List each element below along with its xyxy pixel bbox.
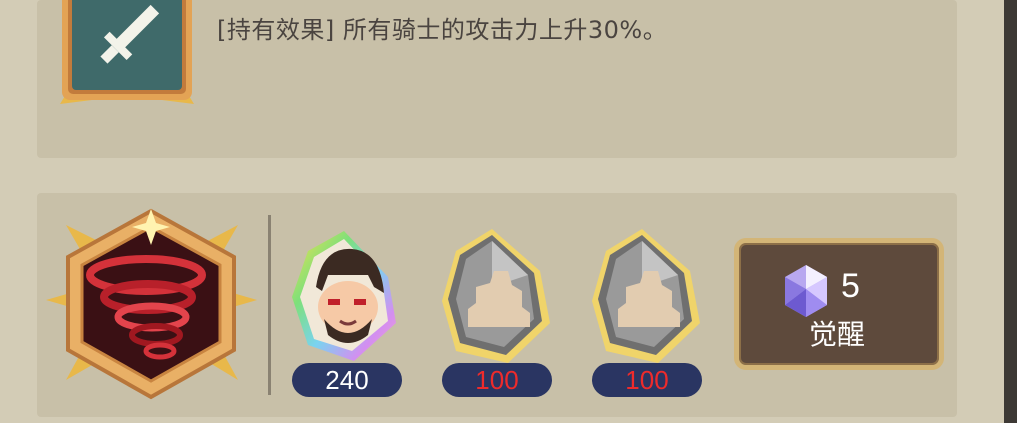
red-tornado-icon[interactable]: [44, 205, 259, 403]
material-count: 240: [292, 363, 402, 397]
material-count: 100: [442, 363, 552, 397]
material-count: 100: [592, 363, 702, 397]
material-hero-item[interactable]: 240: [292, 227, 412, 397]
awaken-button[interactable]: 5 觉醒: [734, 238, 944, 370]
hero-portrait-icon: [292, 231, 396, 361]
material-crystal-item[interactable]: 100: [442, 227, 562, 397]
sword-icon: [60, 0, 194, 104]
grey-crystal-icon: [592, 229, 700, 363]
passive-effect-text: [持有效果] 所有骑士的攻击力上升30%。: [217, 16, 668, 44]
section-divider: [268, 215, 271, 395]
grey-crystal-icon: [442, 229, 550, 363]
rainbow-gem-icon: [785, 265, 827, 317]
awaken-cost: 5: [841, 267, 860, 305]
awaken-label: 觉醒: [809, 318, 866, 351]
material-crystal-item[interactable]: 100: [592, 227, 712, 397]
window-edge: [1004, 0, 1017, 423]
